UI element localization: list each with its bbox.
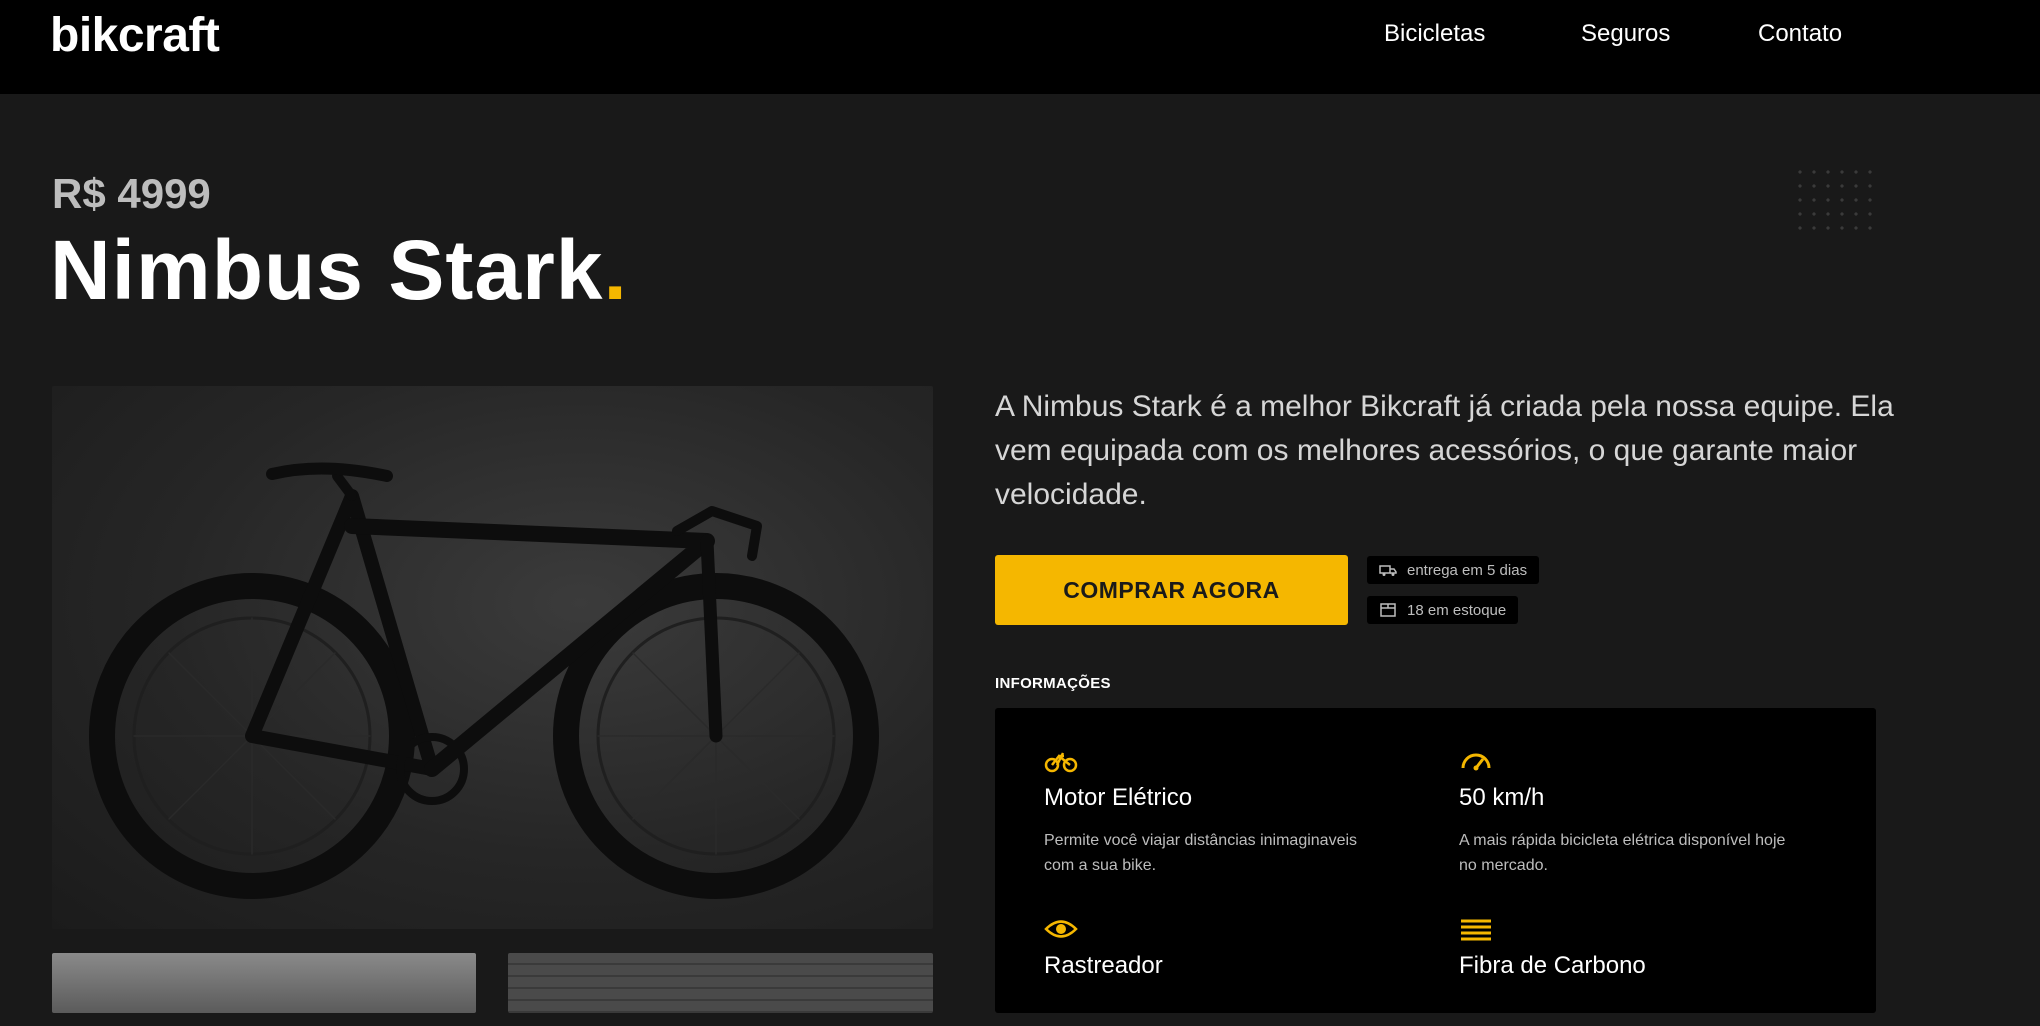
product-thumbnail-1[interactable] (52, 953, 476, 1013)
feature-name: Fibra de Carbono (1459, 952, 1646, 979)
feature-description: Permite você viajar distâncias inimagina… (1044, 832, 1358, 874)
eye-icon (1044, 916, 1078, 942)
delivery-text: entrega em 5 dias (1407, 561, 1528, 579)
main-nav: Bicicletas Seguros Contato (0, 20, 2040, 60)
product-title: Nimbus Stark. (50, 222, 628, 319)
carbon-fiber-icon (1459, 916, 1493, 942)
feature-description: A mais rápida bicicleta elétrica disponí… (1459, 832, 1786, 874)
product-main-image (52, 386, 933, 929)
feature-name: Rastreador (1044, 952, 1163, 979)
decorative-dot-grid (1793, 165, 1875, 237)
top-navbar: bikcraft Bicicletas Seguros Contato (0, 0, 2040, 94)
product-name: Nimbus Stark (50, 223, 604, 317)
bicycle-illustration (89, 462, 879, 899)
product-price: R$ 4999 (52, 170, 211, 217)
buy-now-button[interactable]: COMPRAR AGORA (995, 555, 1348, 625)
stock-badge: 18 em estoque (1367, 596, 1519, 624)
nav-link-bicicletas[interactable]: Bicicletas (1384, 20, 1485, 48)
truck-icon (1379, 563, 1397, 577)
box-icon (1379, 603, 1397, 617)
stock-text: 18 em estoque (1407, 601, 1507, 619)
title-accent-dot: . (603, 223, 628, 317)
feature-name: 50 km/h (1459, 784, 1545, 811)
nav-link-seguros[interactable]: Seguros (1581, 20, 1670, 48)
info-section-label: INFORMAÇÕES (995, 675, 1111, 692)
speedometer-icon (1459, 748, 1493, 774)
delivery-badge: entrega em 5 dias (1367, 556, 1540, 584)
feature-name: Motor Elétrico (1044, 784, 1193, 811)
product-description: A Nimbus Stark é a melhor Bikcraft já cr… (995, 390, 1894, 511)
product-thumbnail-2[interactable] (508, 953, 933, 1013)
electric-bike-icon (1044, 748, 1078, 774)
nav-link-contato[interactable]: Contato (1758, 20, 1842, 48)
